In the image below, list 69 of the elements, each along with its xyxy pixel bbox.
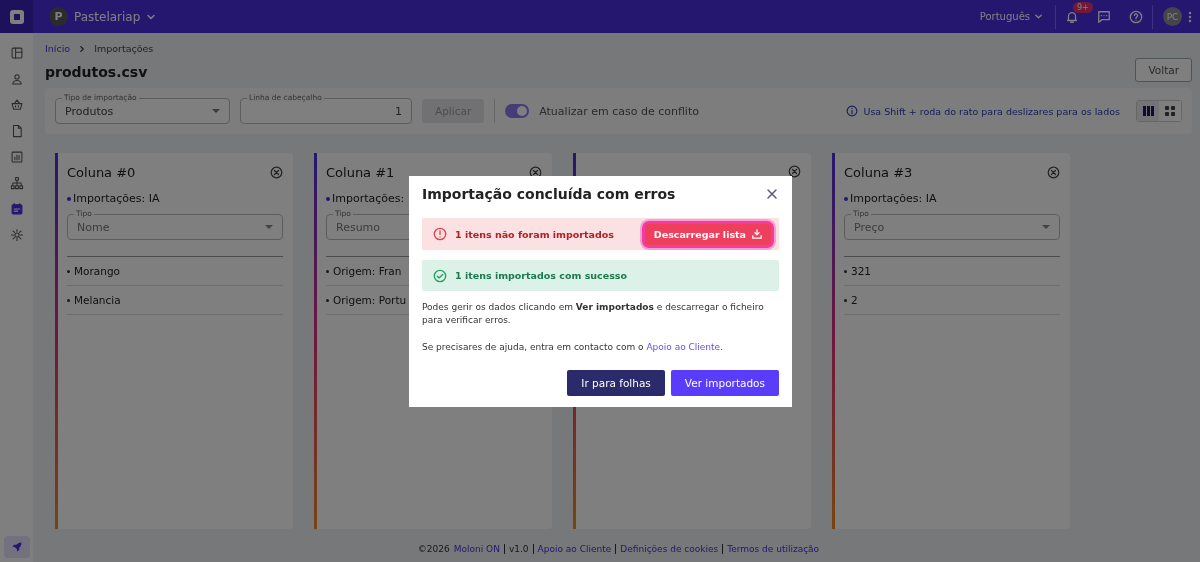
close-button[interactable] (765, 187, 779, 201)
error-message: 1 itens não foram importados (455, 228, 614, 240)
column-value: 321 (851, 265, 872, 277)
conflict-toggle[interactable] (505, 104, 530, 118)
layout-icon (9, 45, 24, 60)
dropdown-arrow-icon (265, 224, 273, 230)
download-icon (752, 229, 762, 239)
status-dot (326, 196, 330, 201)
view-toggle[interactable] (1137, 101, 1159, 121)
app-logo[interactable] (0, 0, 33, 33)
status-dot (844, 196, 848, 201)
dropdown-arrow-icon (212, 108, 220, 114)
page-title: produtos.csv (45, 64, 148, 80)
notification-badge: 9+ (1073, 1, 1093, 13)
breadcrumb-current: Importações (94, 43, 154, 54)
help-icon[interactable] (1129, 9, 1143, 24)
alert-icon (433, 227, 447, 241)
person-icon (9, 71, 24, 86)
breadcrumb-link[interactable]: Início (45, 43, 71, 54)
sheets-button[interactable]: Ir para folhas (567, 370, 665, 397)
dialog-title: Importação concluída com erros (422, 186, 676, 202)
close-icon (765, 187, 779, 201)
column-value: Morango (74, 265, 120, 277)
footer-link[interactable]: Apoio ao Cliente (537, 544, 612, 554)
status-dot (67, 196, 71, 201)
basket-icon (9, 97, 24, 112)
column-title: Coluna #0 (67, 165, 136, 180)
brand-link[interactable]: Moloni ON (453, 544, 500, 554)
column-source: Importações: IA (73, 192, 160, 205)
view-imported-button[interactable]: Ver importados (670, 370, 779, 397)
sitemap-icon (9, 175, 24, 190)
columns-icon (1142, 106, 1154, 116)
dropdown-arrow-icon (1042, 224, 1050, 230)
column-title: Coluna #1 (326, 165, 395, 180)
column-source: Importações: IA (850, 192, 937, 205)
help-text: Se precisares de ajuda, entra em contacto com o Apoio ao Cliente. (422, 341, 724, 355)
chevron-right-icon (78, 44, 87, 53)
back-button[interactable]: Voltar (1135, 58, 1192, 82)
logo-icon (8, 8, 25, 25)
chevron-down-icon[interactable] (1034, 12, 1043, 21)
chat-icon[interactable] (1097, 9, 1111, 24)
calendar-icon (9, 201, 24, 216)
language-selector[interactable]: Português (979, 11, 1030, 22)
toggle-label: Atualizar em caso de conflito (539, 104, 699, 118)
success-message: 1 itens importados com sucesso (455, 270, 627, 281)
scroll-hint: Usa Shift + roda do rato para deslizares para os lados (863, 105, 1120, 117)
footer-link[interactable]: Termos de utilização (727, 544, 820, 554)
rocket-button[interactable] (3, 536, 30, 558)
close-icon[interactable] (788, 165, 801, 178)
column-value: Origem: Portu (333, 294, 407, 306)
copyright-text: ©2026 (417, 544, 450, 554)
column-value: Melancia (74, 294, 121, 306)
dialog-text: Podes gerir os dados clicando em Ver importados e descarregar o ficheiro para verificar erros. (422, 301, 765, 328)
column-value: Origem: Fran (333, 265, 402, 277)
column-value: 2 (851, 294, 858, 306)
company-avatar: P (49, 7, 68, 26)
footer-link[interactable]: Definições de cookies (620, 544, 719, 554)
info-icon (846, 105, 859, 117)
column-source: Importações: (332, 192, 405, 205)
gear-icon (9, 227, 24, 242)
company-name[interactable]: Pastelariap (74, 9, 141, 24)
chart-icon (9, 149, 24, 164)
version-text: v1.0 (508, 544, 529, 554)
rocket-icon (10, 541, 23, 553)
more-icon[interactable] (1188, 10, 1192, 23)
column-title: Coluna #3 (844, 165, 913, 180)
grid-icon (1165, 106, 1175, 116)
check-circle-icon (433, 268, 447, 283)
bell-icon[interactable] (1065, 9, 1079, 24)
